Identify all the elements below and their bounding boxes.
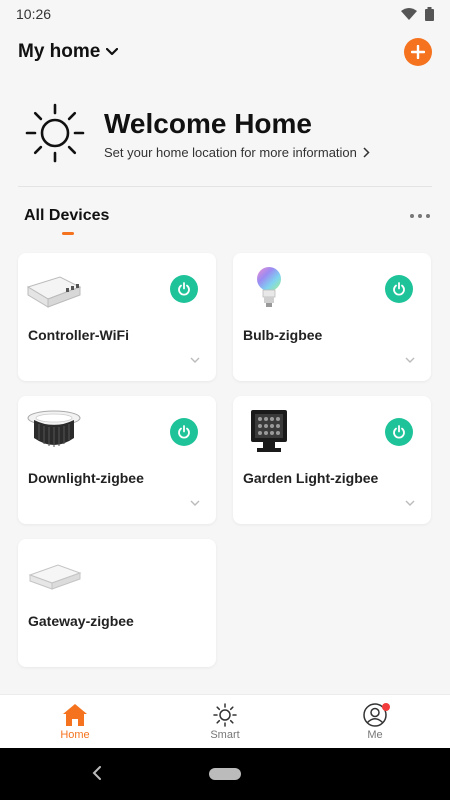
sun-icon: [25, 103, 85, 163]
power-button[interactable]: [170, 418, 198, 446]
tab-label: Smart: [210, 728, 240, 741]
add-device-button[interactable]: [404, 38, 432, 66]
power-icon: [178, 282, 190, 296]
gateway-icon: [28, 564, 82, 590]
power-button[interactable]: [385, 275, 413, 303]
more-options-icon[interactable]: [410, 200, 432, 218]
status-icons: [401, 7, 434, 21]
device-card[interactable]: Garden Light-zigbee: [233, 396, 431, 524]
chevron-down-icon[interactable]: [190, 500, 200, 507]
device-name: Bulb-zigbee: [243, 327, 323, 343]
battery-icon: [425, 7, 434, 21]
notification-badge: [382, 702, 390, 711]
tab-all-devices[interactable]: All Devices: [24, 200, 109, 225]
status-time: 10:26: [16, 6, 52, 22]
floodlight-icon: [251, 410, 287, 452]
home-pill[interactable]: [209, 768, 241, 780]
power-icon: [393, 282, 405, 296]
controller-icon: [26, 276, 82, 308]
home-icon: [63, 703, 87, 726]
power-button[interactable]: [170, 275, 198, 303]
home-name: My home: [18, 41, 101, 62]
wifi-icon: [401, 8, 417, 20]
downlight-icon: [27, 410, 81, 447]
system-nav-bar: [0, 748, 450, 800]
chevron-down-icon[interactable]: [405, 357, 415, 364]
chevron-right-icon: [363, 146, 370, 158]
tab-label: Home: [60, 728, 90, 741]
device-card[interactable]: Bulb-zigbee: [233, 253, 431, 381]
status-bar: 10:26: [0, 0, 450, 28]
welcome-title: Welcome Home: [104, 107, 312, 139]
chevron-down-icon[interactable]: [190, 357, 200, 364]
chevron-down-icon[interactable]: [405, 500, 415, 507]
welcome-text: Welcome Home Set your home location for …: [104, 107, 370, 160]
device-name: Gateway-zigbee: [28, 613, 134, 629]
power-icon: [178, 425, 190, 439]
section-header: All Devices: [24, 200, 432, 240]
bottom-tab-bar: Home Smart Me: [0, 694, 450, 748]
welcome-subtitle[interactable]: Set your home location for more informat…: [104, 145, 370, 160]
divider: [18, 186, 432, 187]
power-icon: [393, 425, 405, 439]
sun-icon: [213, 702, 237, 727]
plus-icon: [411, 45, 425, 59]
device-name: Controller-WiFi: [28, 327, 129, 343]
back-icon[interactable]: [92, 766, 102, 780]
device-card[interactable]: Controller-WiFi: [18, 253, 216, 381]
tab-me[interactable]: Me: [335, 702, 415, 741]
power-button[interactable]: [385, 418, 413, 446]
device-name: Downlight-zigbee: [28, 470, 144, 486]
device-card[interactable]: Gateway-zigbee: [18, 539, 216, 667]
chevron-down-icon: [106, 48, 119, 56]
tab-home[interactable]: Home: [35, 703, 115, 741]
tab-smart[interactable]: Smart: [185, 702, 265, 741]
tab-label: Me: [367, 728, 383, 741]
device-name: Garden Light-zigbee: [243, 470, 379, 486]
device-card[interactable]: Downlight-zigbee: [18, 396, 216, 524]
bulb-icon: [257, 267, 281, 307]
home-selector[interactable]: My home: [18, 41, 119, 63]
welcome-subtitle-text: Set your home location for more informat…: [104, 144, 357, 160]
active-tab-indicator: [62, 232, 74, 235]
header: My home: [0, 32, 450, 72]
welcome-banner[interactable]: Welcome Home Set your home location for …: [24, 98, 434, 168]
